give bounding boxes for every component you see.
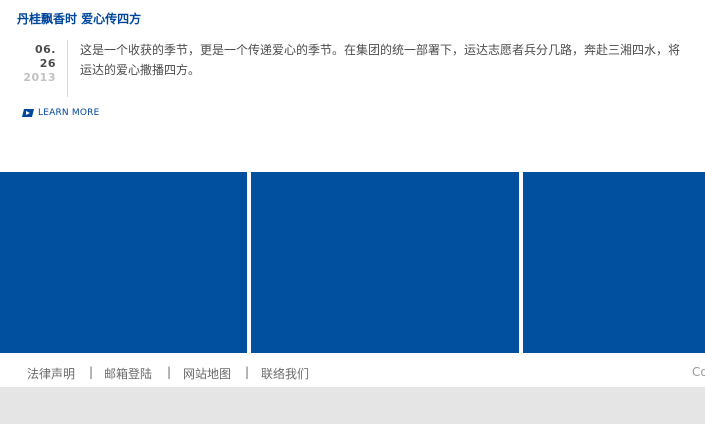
footer-separator: |	[167, 365, 172, 379]
footer-link-legal[interactable]: 法律声明	[27, 365, 75, 382]
arrow-right-icon	[22, 109, 34, 117]
page: 丹桂飘香时 爱心传四方 06. 26 2013 这是一个收获的季节，更是一个传递…	[0, 0, 705, 424]
footer-nav: 法律声明 | 邮箱登陆 | 网站地图 | 联络我们 Co	[0, 360, 705, 386]
bottom-band	[0, 387, 705, 424]
date-day: 06. 26	[35, 43, 56, 70]
footer-separator: |	[89, 365, 94, 379]
article-title[interactable]: 丹桂飘香时 爱心传四方	[17, 10, 141, 27]
feature-tile-1[interactable]	[0, 172, 247, 353]
learn-more-label: LEARN MORE	[38, 108, 100, 118]
footer-separator: |	[245, 365, 250, 379]
feature-tiles	[0, 172, 705, 353]
copyright-text: Co	[692, 365, 705, 379]
article-date: 06. 26 2013	[18, 43, 56, 85]
feature-tile-3[interactable]	[523, 172, 705, 353]
footer-link-mail-login[interactable]: 邮箱登陆	[104, 365, 152, 382]
date-year: 2013	[23, 71, 56, 84]
feature-tile-2[interactable]	[251, 172, 519, 353]
article-body: 这是一个收获的季节，更是一个传递爱心的季节。在集团的统一部署下，运达志愿者兵分几…	[80, 43, 681, 77]
footer-link-contact[interactable]: 联络我们	[261, 365, 309, 382]
footer-link-sitemap[interactable]: 网站地图	[183, 365, 231, 382]
vertical-divider	[67, 40, 68, 97]
learn-more-link[interactable]: LEARN MORE	[22, 108, 100, 118]
